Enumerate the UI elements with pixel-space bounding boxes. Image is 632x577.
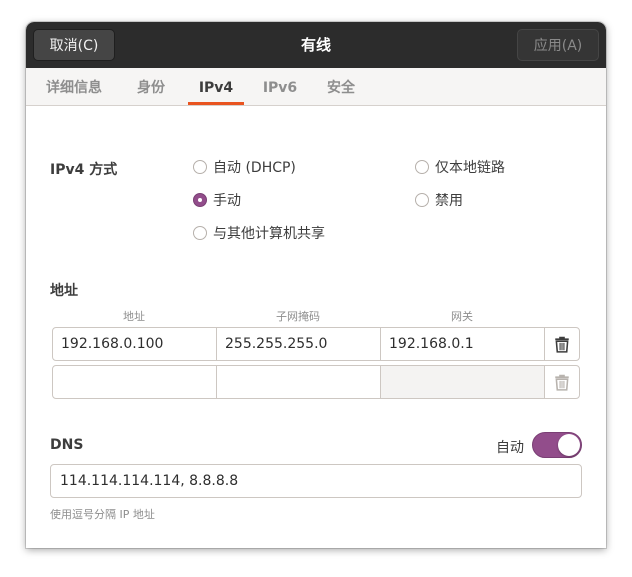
- radio-auto-dhcp[interactable]: 自动 (DHCP): [193, 157, 296, 177]
- address-section-title: 地址: [50, 283, 78, 299]
- radio-button-checked[interactable]: [193, 193, 207, 207]
- dns-auto-label: 自动: [496, 440, 524, 456]
- gateway-input[interactable]: [381, 366, 545, 398]
- tab-security[interactable]: 安全: [324, 68, 358, 105]
- column-header-gateway: 网关: [451, 310, 473, 323]
- wired-settings-dialog: 取消(C) 有线 应用(A) 详细信息 身份 IPv4 IPv6 安全 IPv4…: [26, 22, 606, 548]
- column-header-address: 地址: [123, 310, 145, 323]
- radio-button[interactable]: [415, 193, 429, 207]
- ipv4-method-label: IPv4 方式: [50, 162, 118, 178]
- radio-button[interactable]: [193, 160, 207, 174]
- trash-icon[interactable]: [553, 335, 571, 353]
- tab-details[interactable]: 详细信息: [42, 68, 106, 105]
- address-input[interactable]: [53, 366, 217, 398]
- radio-manual[interactable]: 手动: [193, 190, 241, 210]
- address-row-empty: [52, 365, 580, 399]
- radio-button[interactable]: [415, 160, 429, 174]
- netmask-input[interactable]: 255.255.255.0: [217, 328, 381, 360]
- radio-label: 自动 (DHCP): [213, 160, 296, 176]
- radio-disabled[interactable]: 禁用: [415, 190, 463, 210]
- tab-ipv6[interactable]: IPv6: [260, 68, 300, 105]
- radio-link-local[interactable]: 仅本地链路: [415, 157, 505, 177]
- netmask-input[interactable]: [217, 366, 381, 398]
- dns-section-title: DNS: [50, 437, 84, 453]
- radio-label: 手动: [213, 193, 241, 209]
- dns-input[interactable]: 114.114.114.114, 8.8.8.8: [50, 464, 582, 498]
- column-header-netmask: 子网掩码: [276, 310, 320, 323]
- headerbar: 取消(C) 有线 应用(A): [26, 22, 606, 68]
- apply-button[interactable]: 应用(A): [517, 29, 599, 61]
- address-input[interactable]: 192.168.0.100: [53, 328, 217, 360]
- radio-label: 与其他计算机共享: [213, 226, 325, 242]
- tab-identity[interactable]: 身份: [134, 68, 168, 105]
- radio-label: 仅本地链路: [435, 160, 505, 176]
- tab-bar: 详细信息 身份 IPv4 IPv6 安全: [26, 68, 606, 106]
- dns-hint: 使用逗号分隔 IP 地址: [50, 508, 155, 521]
- gateway-input[interactable]: 192.168.0.1: [381, 328, 545, 360]
- radio-label: 禁用: [435, 193, 463, 209]
- dns-auto-switch[interactable]: [532, 432, 582, 458]
- address-row: 192.168.0.100 255.255.255.0 192.168.0.1: [52, 327, 580, 361]
- radio-shared[interactable]: 与其他计算机共享: [193, 223, 325, 243]
- radio-button[interactable]: [193, 226, 207, 240]
- tab-ipv4[interactable]: IPv4: [188, 68, 244, 105]
- trash-icon: [555, 374, 569, 391]
- ipv4-panel: IPv4 方式 自动 (DHCP) 仅本地链路 手动 禁用 与其他计算机共享 地…: [26, 106, 606, 548]
- cancel-button[interactable]: 取消(C): [33, 29, 115, 61]
